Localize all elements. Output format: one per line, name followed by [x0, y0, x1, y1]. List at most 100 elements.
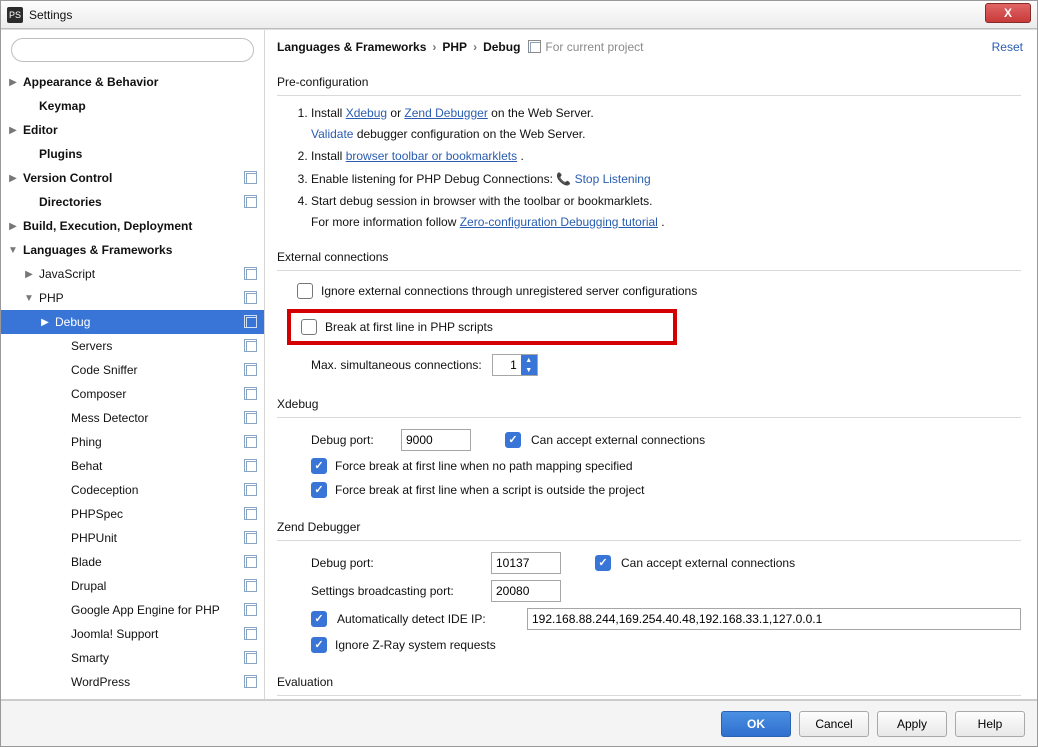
xdebug-force2-checkbox[interactable]	[311, 482, 327, 498]
reset-link[interactable]: Reset	[992, 40, 1023, 54]
project-scope-icon	[244, 267, 258, 281]
sidebar-item-codeception[interactable]: Codeception	[1, 478, 264, 502]
dialog-footer: OK Cancel Apply Help	[1, 700, 1037, 746]
chevron-right-icon[interactable]: ▶	[7, 220, 19, 232]
sidebar-item-debug[interactable]: ▶Debug	[1, 310, 264, 334]
zend-zray-checkbox[interactable]	[311, 637, 327, 653]
sidebar-item-mess-detector[interactable]: Mess Detector	[1, 406, 264, 430]
sidebar-item-label: Languages & Frameworks	[23, 243, 172, 257]
project-scope-icon	[244, 531, 258, 545]
stop-listening-link[interactable]: Stop Listening	[575, 170, 651, 189]
sidebar-item-directories[interactable]: Directories	[1, 190, 264, 214]
sidebar-item-appearance-behavior[interactable]: ▶Appearance & Behavior	[1, 70, 264, 94]
chevron-right-icon[interactable]: ▶	[23, 268, 35, 280]
sidebar-item-wordpress[interactable]: WordPress	[1, 670, 264, 694]
sidebar-item-version-control[interactable]: ▶ Version Control	[1, 166, 264, 190]
sidebar-item-php[interactable]: ▼ PHP	[1, 286, 264, 310]
sidebar-item-javascript[interactable]: ▶JavaScript	[1, 262, 264, 286]
sidebar-item-label: PHPSpec	[71, 507, 123, 521]
zend-ip-input[interactable]	[527, 608, 1021, 630]
spinner-up-icon[interactable]: ▲	[521, 355, 537, 365]
sidebar-item-smarty[interactable]: Smarty	[1, 646, 264, 670]
preconf-title: Pre-configuration	[277, 75, 1021, 89]
sidebar-item-label: Blade	[71, 555, 102, 569]
project-scope-icon	[244, 339, 258, 353]
crumb-root[interactable]: Languages & Frameworks	[277, 40, 426, 54]
chevron-right-icon[interactable]: ▶	[7, 76, 19, 88]
xdebug-port-input[interactable]	[401, 429, 471, 451]
ok-button[interactable]: OK	[721, 711, 791, 737]
arrow-spacer	[23, 148, 35, 160]
xdebug-accept-label: Can accept external connections	[531, 433, 705, 447]
chevron-right-icon[interactable]: ▶	[7, 124, 19, 136]
sidebar-item-drupal[interactable]: Drupal	[1, 574, 264, 598]
ignore-ext-checkbox[interactable]	[297, 283, 313, 299]
sidebar-item-phing[interactable]: Phing	[1, 430, 264, 454]
zend-accept-checkbox[interactable]	[595, 555, 611, 571]
sidebar-item-plugins[interactable]: Plugins	[1, 142, 264, 166]
xdebug-title: Xdebug	[277, 397, 1021, 411]
separator	[277, 417, 1021, 418]
chevron-down-icon[interactable]: ▼	[23, 292, 35, 304]
zend-debugger-link[interactable]: Zend Debugger	[404, 106, 487, 120]
sidebar-item-code-sniffer[interactable]: Code Sniffer	[1, 358, 264, 382]
break-first-line-checkbox[interactable]	[301, 319, 317, 335]
sidebar-item-servers[interactable]: Servers	[1, 334, 264, 358]
sidebar-item-phpspec[interactable]: PHPSpec	[1, 502, 264, 526]
sidebar-item-joomla-support[interactable]: Joomla! Support	[1, 622, 264, 646]
bookmarklets-link[interactable]: browser toolbar or bookmarklets	[346, 149, 517, 163]
titlebar: PS Settings X	[1, 1, 1037, 29]
sidebar-item-google-app-engine-for-php[interactable]: Google App Engine for PHP	[1, 598, 264, 622]
project-scope-icon	[244, 411, 258, 425]
sidebar-item-keymap[interactable]: Keymap	[1, 94, 264, 118]
text: or	[390, 106, 404, 120]
xdebug-force1-checkbox[interactable]	[311, 458, 327, 474]
xdebug-accept-checkbox[interactable]	[505, 432, 521, 448]
zero-config-tutorial-link[interactable]: Zero-configuration Debugging tutorial	[460, 215, 658, 229]
chevron-down-icon[interactable]: ▼	[7, 244, 19, 256]
zend-bcast-input[interactable]	[491, 580, 561, 602]
crumb-php[interactable]: PHP	[442, 40, 467, 54]
arrow-spacer	[55, 340, 67, 352]
evaluation-title: Evaluation	[277, 675, 1021, 689]
sidebar-item-label: Version Control	[23, 171, 112, 185]
project-scope-icon	[244, 435, 258, 449]
text: debugger configuration on the Web Server…	[357, 127, 586, 141]
close-button[interactable]: X	[985, 3, 1031, 23]
sidebar-item-editor[interactable]: ▶ Editor	[1, 118, 264, 142]
sidebar-item-label: Smarty	[71, 651, 109, 665]
xdebug-link[interactable]: Xdebug	[346, 106, 387, 120]
sidebar-item-behat[interactable]: Behat	[1, 454, 264, 478]
sidebar-item-build-execution-deployment[interactable]: ▶Build, Execution, Deployment	[1, 214, 264, 238]
chevron-right-icon[interactable]: ▶	[7, 172, 19, 184]
max-conn-input[interactable]	[493, 355, 521, 375]
project-scope-icon	[244, 651, 258, 665]
settings-scroll[interactable]: Pre-configuration Install Xdebug or Zend…	[265, 63, 1037, 699]
spinner-down-icon[interactable]: ▼	[521, 365, 537, 375]
text: For more information follow	[311, 215, 460, 229]
project-scope-icon	[244, 459, 258, 473]
app-icon: PS	[7, 7, 23, 23]
max-conn-spinner[interactable]: ▲ ▼	[492, 354, 538, 376]
help-button[interactable]: Help	[955, 711, 1025, 737]
apply-button[interactable]: Apply	[877, 711, 947, 737]
sidebar-item-label: Editor	[23, 123, 58, 137]
sidebar-item-languages-frameworks[interactable]: ▼ Languages & Frameworks	[1, 238, 264, 262]
sidebar-item-composer[interactable]: Composer	[1, 382, 264, 406]
chevron-right-icon[interactable]: ▶	[39, 316, 51, 328]
sidebar-item-phpunit[interactable]: PHPUnit	[1, 526, 264, 550]
search-input[interactable]	[11, 38, 254, 62]
sidebar-item-label: PHP	[39, 291, 64, 305]
zend-auto-ip-checkbox[interactable]	[311, 611, 327, 627]
settings-tree[interactable]: ▶Appearance & BehaviorKeymap ▶ Editor Plugi…	[1, 66, 264, 699]
preconf-list: Install Xdebug or Zend Debugger on the W…	[311, 104, 1021, 232]
arrow-spacer	[55, 652, 67, 664]
zend-port-input[interactable]	[491, 552, 561, 574]
arrow-spacer	[55, 508, 67, 520]
cancel-button[interactable]: Cancel	[799, 711, 869, 737]
text: on the Web Server.	[491, 106, 594, 120]
validate-link[interactable]: Validate	[311, 127, 353, 141]
listen-icon: 📞	[556, 172, 571, 186]
sidebar-item-blade[interactable]: Blade	[1, 550, 264, 574]
project-scope-icon	[244, 387, 258, 401]
